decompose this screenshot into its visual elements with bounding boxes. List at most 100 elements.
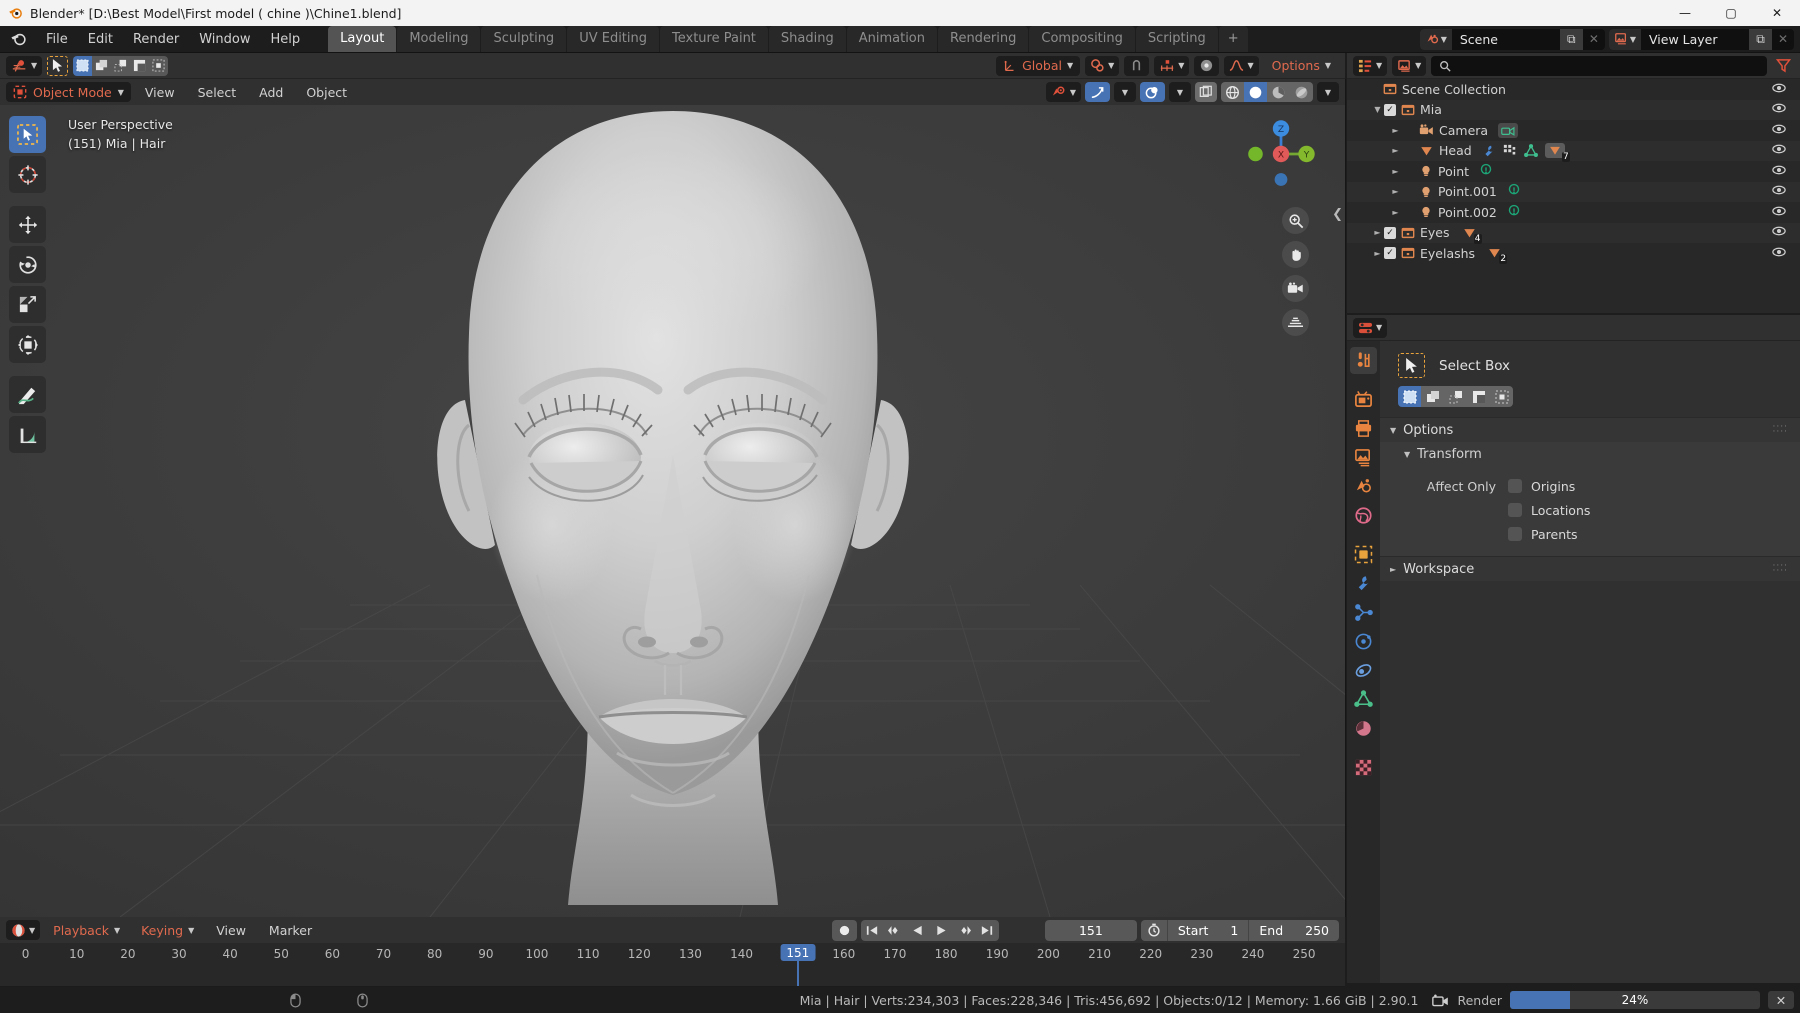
affect-only-origins-checkbox[interactable] bbox=[1508, 479, 1522, 493]
visibility-eye-icon[interactable] bbox=[1772, 225, 1786, 240]
playback-transport[interactable] bbox=[860, 919, 999, 941]
select-subtract-mode[interactable] bbox=[111, 55, 131, 76]
properties-tab-world[interactable] bbox=[1350, 502, 1377, 529]
select-intersect-mode[interactable] bbox=[149, 55, 169, 76]
proportional-editing-toggle[interactable] bbox=[1194, 55, 1220, 76]
select-mode-segments[interactable] bbox=[73, 55, 169, 76]
options-button[interactable]: Options ▼ bbox=[1264, 56, 1339, 76]
properties-tab-data[interactable] bbox=[1350, 686, 1377, 713]
outliner-row-eyes[interactable]: ► ✓ Eyes 4 bbox=[1347, 222, 1800, 244]
navigation-gizmo[interactable]: Z X Y bbox=[1240, 113, 1322, 195]
view-layer-selector[interactable]: ▼ View Layer ⧉ ✕ bbox=[1608, 28, 1794, 50]
outliner-row-point-002[interactable]: ► Point.002 bbox=[1347, 202, 1800, 223]
visibility-eye-icon[interactable] bbox=[1772, 246, 1786, 261]
disclosure-triangle-icon[interactable]: ► bbox=[1389, 167, 1402, 176]
overlays-dropdown-button[interactable]: ▼ bbox=[1169, 82, 1191, 102]
proportional-falloff-button[interactable]: ▼ bbox=[1224, 55, 1259, 76]
workspace-tab-animation[interactable]: Animation bbox=[846, 26, 937, 52]
timeline-menu-playback[interactable]: Playback ▼ bbox=[45, 920, 128, 941]
transform-orientation-button[interactable]: Global ▼ bbox=[996, 55, 1081, 76]
viewport-menu-object[interactable]: Object bbox=[297, 82, 356, 103]
timeline-ruler[interactable]: 0 10 20 30 40 50 60 70 80 90 100 110 120 130 140 160 170… bbox=[0, 943, 1345, 987]
perspective-ortho-icon-button[interactable] bbox=[1282, 309, 1309, 336]
timeline-menu-marker[interactable]: Marker bbox=[260, 920, 321, 941]
workspace-tab-modeling[interactable]: Modeling bbox=[397, 26, 481, 52]
properties-tab-material[interactable] bbox=[1350, 715, 1377, 742]
select-intersect-mode-prop[interactable] bbox=[1490, 386, 1513, 407]
properties-tab-output[interactable] bbox=[1350, 415, 1377, 442]
panel-transform[interactable]: ▼ Transform bbox=[1380, 442, 1800, 466]
timeline-menu-keying[interactable]: Keying ▼ bbox=[133, 920, 202, 941]
properties-tab-tool[interactable] bbox=[1350, 347, 1377, 374]
disclosure-triangle-icon[interactable]: ► bbox=[1371, 228, 1384, 237]
outliner-row-camera[interactable]: ► Camera bbox=[1347, 120, 1800, 141]
menu-render[interactable]: Render bbox=[123, 29, 189, 50]
tool-cursor-button[interactable] bbox=[9, 156, 46, 193]
workspace-tab-uv-editing[interactable]: UV Editing bbox=[567, 26, 660, 52]
close-button[interactable]: ✕ bbox=[1754, 0, 1800, 26]
select-invert-mode[interactable] bbox=[130, 55, 150, 76]
outliner-row-mia[interactable]: ▼ ✓ Mia bbox=[1347, 99, 1800, 120]
3d-viewport[interactable]: Object Mode ▼ View Select Add Object ▼ ▼ bbox=[0, 79, 1345, 917]
properties-tab-scene[interactable] bbox=[1350, 473, 1377, 500]
select-subtract-mode-prop[interactable] bbox=[1444, 386, 1467, 407]
viewport-shading-segments[interactable] bbox=[1221, 82, 1313, 102]
cancel-render-button[interactable]: ✕ bbox=[1768, 991, 1794, 1009]
viewport-menu-select[interactable]: Select bbox=[189, 82, 246, 103]
affect-only-origins-row[interactable]: Affect Only Origins bbox=[1380, 476, 1800, 496]
end-frame-field[interactable]: End 250 bbox=[1248, 919, 1339, 941]
use-preview-range-icon[interactable] bbox=[1140, 919, 1167, 941]
properties-editor-type-button[interactable]: ▼ bbox=[1353, 317, 1388, 338]
xray-toggle-button[interactable] bbox=[1195, 82, 1217, 102]
properties-tab-modifiers[interactable] bbox=[1350, 570, 1377, 597]
shading-dropdown-button[interactable]: ▼ bbox=[1317, 82, 1339, 102]
properties-select-mode-segments[interactable] bbox=[1398, 386, 1513, 407]
snap-target-button[interactable]: ▼ bbox=[1154, 55, 1190, 76]
scene-icon[interactable]: ▼ bbox=[1419, 28, 1452, 50]
affect-only-parents-checkbox[interactable] bbox=[1508, 527, 1522, 541]
tool-transform-button[interactable] bbox=[9, 326, 46, 363]
pan-hand-icon-button[interactable] bbox=[1282, 241, 1309, 268]
menu-help[interactable]: Help bbox=[261, 29, 311, 50]
outliner-search-input[interactable] bbox=[1431, 55, 1767, 76]
properties-editor[interactable]: ▼ Select Box ▼ Options ···· ···· ▼ Trans… bbox=[1347, 315, 1800, 983]
new-scene-button[interactable]: ⧉ bbox=[1559, 28, 1583, 50]
affect-only-locations-row[interactable]: Locations bbox=[1380, 500, 1800, 520]
view-layer-icon[interactable]: ▼ bbox=[1608, 28, 1641, 50]
tool-select-box-preview[interactable] bbox=[47, 55, 69, 76]
properties-tab-view-layer[interactable] bbox=[1350, 444, 1377, 471]
snap-toggle-button[interactable] bbox=[1124, 55, 1150, 76]
auto-keyframe-button[interactable] bbox=[831, 919, 857, 941]
play-button[interactable] bbox=[930, 920, 953, 941]
gizmo-dropdown-button[interactable]: ▼ bbox=[1114, 82, 1136, 102]
timeline-playhead[interactable]: 151 bbox=[780, 944, 816, 961]
menu-window[interactable]: Window bbox=[189, 29, 260, 50]
pivot-point-button[interactable]: ▼ bbox=[1085, 55, 1120, 76]
new-view-layer-button[interactable]: ⧉ bbox=[1749, 28, 1772, 50]
delete-view-layer-button[interactable]: ✕ bbox=[1772, 29, 1794, 50]
tool-move-button[interactable] bbox=[9, 206, 46, 243]
workspace-tab-scripting[interactable]: Scripting bbox=[1135, 26, 1218, 52]
timeline-editor-type-button[interactable]: ▼ bbox=[6, 920, 41, 940]
visibility-eye-icon[interactable] bbox=[1772, 102, 1786, 117]
interaction-mode-button[interactable]: Object Mode ▼ bbox=[6, 82, 131, 102]
outliner-row-scene-collection[interactable]: Scene Collection bbox=[1347, 79, 1800, 100]
tool-scale-button[interactable] bbox=[9, 286, 46, 323]
workspace-tab-sculpting[interactable]: Sculpting bbox=[481, 26, 567, 52]
timeline-editor[interactable]: ▼ Playback ▼ Keying ▼ View Marker 151 St… bbox=[0, 917, 1345, 987]
viewport-menu-add[interactable]: Add bbox=[250, 82, 292, 103]
view-layer-name[interactable]: View Layer bbox=[1641, 32, 1749, 47]
outliner-display-mode-button[interactable]: ▼ bbox=[1353, 55, 1388, 76]
select-extend-mode-prop[interactable] bbox=[1421, 386, 1444, 407]
active-tool-icon-button[interactable]: ▼ bbox=[6, 55, 43, 76]
outliner-row-head[interactable]: ► Head 7 bbox=[1347, 140, 1800, 163]
maximize-button[interactable]: ▢ bbox=[1708, 0, 1754, 26]
play-reverse-button[interactable] bbox=[907, 920, 930, 941]
visibility-selectability-button[interactable]: ▼ bbox=[1045, 82, 1081, 102]
disclosure-triangle-icon[interactable]: ▼ bbox=[1371, 105, 1384, 114]
menu-file[interactable]: File bbox=[36, 29, 78, 50]
zoom-icon-button[interactable] bbox=[1282, 207, 1309, 234]
panel-options[interactable]: ▼ Options ···· ···· bbox=[1380, 417, 1800, 442]
next-keyframe-button[interactable] bbox=[953, 920, 976, 941]
jump-to-end-button[interactable] bbox=[976, 920, 999, 941]
